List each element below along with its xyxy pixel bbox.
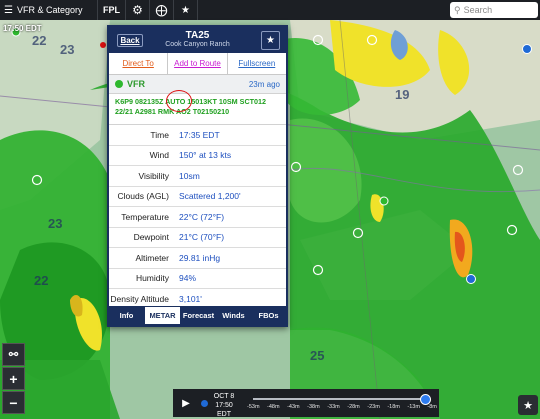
favorite-button[interactable]: ★	[261, 31, 280, 50]
tab-info[interactable]: Info	[109, 306, 144, 325]
timeline-tick: -28m	[347, 404, 360, 410]
play-button[interactable]: ▶	[175, 392, 197, 414]
report-age: 23m ago	[248, 79, 280, 89]
field-label: Temperature	[121, 211, 169, 222]
map-time-label: 17:50 EDT	[3, 24, 42, 33]
star-clock-icon: ★	[181, 4, 190, 16]
airport-identifier: TA25	[185, 30, 210, 41]
svg-text:25: 25	[310, 348, 324, 363]
tab-metar[interactable]: METAR	[144, 306, 181, 325]
raw-metar-text: K6P9 082135Z AUTO 15013KT 10SM SCT012 22…	[109, 90, 286, 125]
vfr-status-dot	[115, 80, 123, 88]
timeline-date-line-1: OCT 8	[213, 393, 235, 400]
airport-popup: Back TA25 Cook Canyon Ranch ★ Direct To …	[107, 25, 288, 327]
svg-text:23: 23	[48, 216, 62, 231]
svg-text:19: 19	[395, 87, 409, 102]
metar-row-temperature: Temperature 22°C (72°F)	[109, 207, 286, 228]
timeline-tick: -48m	[267, 404, 280, 410]
svg-text:22: 22	[34, 273, 48, 288]
timeline-tick: -53m	[247, 404, 260, 410]
scratchpad-button[interactable]: ⨁	[150, 0, 174, 20]
play-icon: ▶	[182, 397, 190, 409]
field-label: Time	[150, 129, 169, 140]
timeline-tick: -13m	[407, 404, 420, 410]
field-label: Clouds (AGL)	[117, 191, 170, 202]
field-value: 150° at 13 kts	[179, 150, 232, 161]
fpl-button[interactable]: FPL	[98, 0, 126, 20]
star-icon: ★	[523, 399, 533, 412]
tab-fbos[interactable]: FBOs	[251, 306, 286, 325]
zoom-in-button[interactable]: +	[2, 367, 25, 390]
layers-label: VFR & Category	[16, 5, 83, 15]
metar-row-time: Time 17:35 EDT	[109, 125, 286, 146]
timeline-tick: -33m	[327, 404, 340, 410]
timeline-indicator-dot	[201, 400, 208, 407]
tab-winds[interactable]: Winds	[216, 306, 251, 325]
field-label: Density Altitude	[110, 293, 169, 304]
gear-icon: ⚙	[132, 3, 143, 17]
timeline-tick: -43m	[287, 404, 300, 410]
popup-actions: Direct To Add to Route Fullscreen	[109, 53, 286, 75]
layers-button[interactable]: ☰ VFR & Category	[0, 0, 98, 20]
timeline-tick: -18m	[387, 404, 400, 410]
metar-row-visibility: Visibility 10sm	[109, 166, 286, 187]
svg-text:22: 22	[32, 33, 46, 48]
search-placeholder: Search	[463, 5, 493, 15]
search-input[interactable]: ⚲ Search	[450, 2, 538, 18]
radar-timeline: ▶ OCT 8 17:50 EDT -53m -48m -43m -38m -3…	[173, 389, 439, 419]
field-label: Visibility	[138, 170, 169, 181]
timeline-track[interactable]	[253, 398, 423, 400]
recents-button[interactable]: ★	[174, 0, 198, 20]
flight-category: VFR	[127, 79, 145, 89]
field-value: 17:35 EDT	[179, 129, 220, 140]
zoom-out-button[interactable]: −	[2, 391, 25, 414]
field-value: 29.81 inHg	[179, 252, 221, 263]
metar-row-clouds: Clouds (AGL) Scattered 1,200'	[109, 187, 286, 207]
star-icon: ★	[266, 35, 275, 46]
field-value: 21°C (70°F)	[179, 232, 225, 243]
field-value: Scattered 1,200'	[179, 191, 241, 202]
field-label: Humidity	[135, 273, 169, 284]
compass-icon: ⨁	[155, 3, 168, 17]
field-label: Wind	[149, 150, 169, 161]
timeline-tick: -38m	[307, 404, 320, 410]
settings-button[interactable]: ⚙	[126, 0, 150, 20]
metar-row-altimeter: Altimeter 29.81 inHg	[109, 248, 286, 269]
timeline-tick: -8m	[427, 404, 437, 410]
popup-tab-bar: Info METAR Forecast Winds FBOs	[109, 306, 286, 325]
highlight-circle	[166, 90, 192, 112]
field-label: Altimeter	[135, 252, 169, 263]
timeline-tick: -23m	[367, 404, 380, 410]
add-to-route-button[interactable]: Add to Route	[168, 53, 228, 74]
fullscreen-button[interactable]: Fullscreen	[228, 53, 286, 74]
tab-forecast[interactable]: Forecast	[181, 306, 216, 325]
route-icon: ⚯	[8, 349, 19, 361]
top-toolbar: ☰ VFR & Category FPL ⚙ ⨁ ★ ⚲ Search	[0, 0, 540, 20]
layers-icon: ☰	[4, 4, 13, 16]
svg-text:23: 23	[60, 42, 74, 57]
field-value: 3,101'	[179, 293, 202, 304]
favorites-button[interactable]: ★	[518, 395, 538, 415]
direct-to-button[interactable]: Direct To	[109, 53, 169, 74]
metar-row-dewpoint: Dewpoint 21°C (70°F)	[109, 228, 286, 248]
metar-row-wind: Wind 150° at 13 kts	[109, 146, 286, 166]
timeline-date-line-2: 17:50 EDT	[215, 402, 233, 418]
field-value: 22°C (72°F)	[179, 211, 225, 222]
search-icon: ⚲	[454, 4, 461, 15]
field-label: Dewpoint	[133, 232, 169, 243]
raw-metar-line-2: 22/21 A2981 RMK AO2 T02150210	[115, 107, 230, 116]
route-button[interactable]: ⚯	[2, 343, 25, 366]
popup-header: Back TA25 Cook Canyon Ranch ★	[109, 27, 286, 53]
airport-name: Cook Canyon Ranch	[165, 41, 230, 48]
field-value: 10sm	[179, 170, 200, 181]
flight-category-row: VFR 23m ago	[109, 75, 286, 94]
raw-metar-line-1: K6P9 082135Z AUTO 15013KT 10SM SCT012	[115, 97, 267, 106]
timeline-date: OCT 8 17:50 EDT	[209, 392, 239, 419]
metar-row-humidity: Humidity 94%	[109, 269, 286, 289]
timeline-ticks: -53m -48m -43m -38m -33m -28m -23m -18m …	[247, 404, 437, 410]
field-value: 94%	[179, 273, 197, 284]
